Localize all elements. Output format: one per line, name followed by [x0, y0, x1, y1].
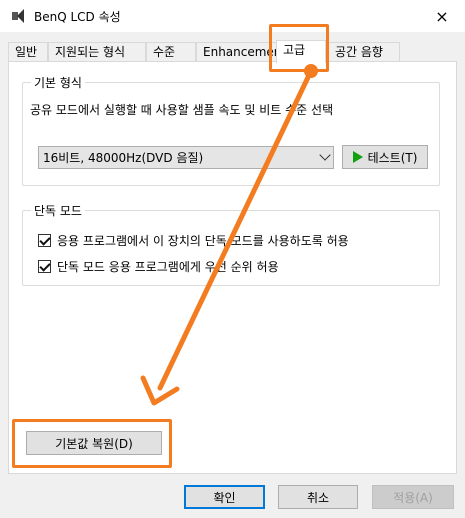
sample-rate-select[interactable]: 16비트, 48000Hz(DVD 음질)	[38, 146, 334, 169]
allow-exclusive-checkbox-row[interactable]: 응용 프로그램에서 이 장치의 단독 모드를 사용하도록 허용	[38, 232, 349, 249]
footer-separator	[0, 478, 465, 479]
exclusive-priority-checkbox-row[interactable]: 단독 모드 응용 프로그램에게 우선 순위 허용	[38, 258, 279, 275]
title-bar: BenQ LCD 속성 ×	[0, 0, 465, 32]
allow-exclusive-label: 응용 프로그램에서 이 장치의 단독 모드를 사용하도록 허용	[57, 234, 349, 248]
tab-general[interactable]: 일반	[8, 42, 48, 62]
exclusive-mode-label: 단독 모드	[31, 202, 85, 219]
chevron-down-icon	[319, 149, 331, 161]
test-button[interactable]: 테스트(T)	[342, 145, 428, 169]
default-format-description: 공유 모드에서 실행할 때 사용할 샘플 속도 및 비트 수준 선택	[30, 103, 334, 117]
default-format-label: 기본 형식	[31, 74, 85, 91]
play-icon	[352, 151, 363, 163]
restore-defaults-button[interactable]: 기본값 복원(D)	[26, 431, 162, 455]
ok-button[interactable]: 확인	[184, 485, 265, 509]
tab-bar: 일반 지원되는 형식 수준 Enhancements 고급 공간 음향	[8, 40, 457, 63]
tab-levels[interactable]: 수준	[146, 42, 196, 62]
test-button-label: 테스트(T)	[367, 150, 418, 165]
apply-button[interactable]: 적용(A)	[372, 485, 454, 509]
window-title: BenQ LCD 속성	[34, 9, 121, 24]
exclusive-priority-checkbox[interactable]	[38, 260, 51, 273]
sample-rate-value: 16비트, 48000Hz(DVD 음질)	[43, 151, 204, 165]
speaker-icon	[10, 8, 26, 24]
tab-enhancements[interactable]: Enhancements	[196, 42, 278, 62]
tab-supported-formats[interactable]: 지원되는 형식	[48, 42, 146, 62]
default-format-group: 기본 형식	[22, 74, 440, 186]
allow-exclusive-checkbox[interactable]	[38, 234, 51, 247]
cancel-button[interactable]: 취소	[278, 485, 358, 509]
tab-spatial-sound[interactable]: 공간 음향	[328, 42, 400, 62]
close-icon[interactable]: ×	[419, 0, 465, 32]
exclusive-priority-label: 단독 모드 응용 프로그램에게 우선 순위 허용	[57, 260, 279, 274]
tab-advanced[interactable]: 고급	[276, 40, 326, 63]
